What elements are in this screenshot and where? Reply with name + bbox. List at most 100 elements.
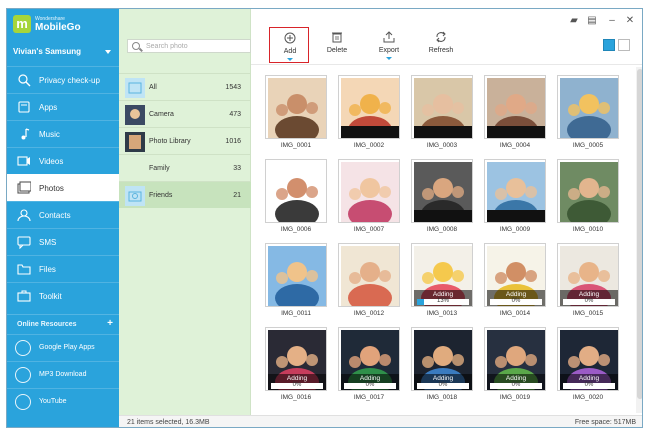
photo-thumbnail: [487, 78, 545, 138]
resource-mp3-download[interactable]: MP3 Download: [7, 361, 119, 388]
sidebar-item-sms[interactable]: SMS: [7, 228, 119, 255]
photo-caption: IMG_0010: [572, 226, 604, 233]
photos-icon: [17, 181, 31, 194]
progress-bar: 0%: [271, 382, 323, 389]
search-placeholder: Search photo: [146, 43, 188, 50]
adding-overlay: Adding 0%: [341, 374, 399, 390]
photo-item[interactable]: IMG_0001: [265, 75, 329, 157]
photo-item[interactable]: IMG_0002: [338, 75, 402, 157]
photo-caption: IMG_0013: [426, 310, 458, 317]
photo-item[interactable]: IMG_0004: [484, 75, 548, 157]
album-name: Camera: [149, 111, 174, 118]
album-count: 1016: [225, 138, 241, 145]
sms-icon: [17, 236, 31, 249]
photo-grid: IMG_0001 IMG_0002 IMG_0003 IMG_0004 IMG_0005…: [251, 67, 635, 413]
apps-icon: [18, 101, 30, 113]
adding-label: Adding: [505, 375, 527, 382]
photo-item[interactable]: IMG_0009: [484, 159, 548, 241]
folder-icon: [17, 264, 31, 275]
album-all[interactable]: All 1543: [119, 73, 251, 100]
photo-item[interactable]: IMG_0006: [265, 159, 329, 241]
photo-item[interactable]: IMG_0008: [411, 159, 475, 241]
photo-item[interactable]: IMG_0005: [557, 75, 621, 157]
sidebar-item-apps[interactable]: Apps: [7, 93, 119, 120]
progress-bar: 0%: [490, 298, 542, 305]
photo-item[interactable]: Adding 0% IMG_0020: [557, 327, 621, 409]
photo-thumbnail: [487, 162, 545, 222]
photo-frame: [484, 75, 546, 139]
delete-button[interactable]: Delete: [317, 31, 357, 61]
photo-item[interactable]: IMG_0011: [265, 243, 329, 325]
sidebar-item-label: SMS: [39, 238, 57, 247]
progress-bar: 0%: [490, 382, 542, 389]
photo-item[interactable]: IMG_0010: [557, 159, 621, 241]
photo-thumbnail: [414, 162, 472, 222]
sidebar-item-toolkit[interactable]: Toolkit: [7, 282, 119, 309]
grid-view-button[interactable]: [603, 39, 615, 51]
photo-frame: [338, 243, 400, 307]
progress-bar: 0%: [417, 382, 469, 389]
photo-item[interactable]: Adding 0% IMG_0015: [557, 243, 621, 325]
photo-frame: Adding 0%: [484, 243, 546, 307]
refresh-button[interactable]: Refresh: [421, 31, 461, 61]
adding-overlay: Adding 13%: [414, 290, 472, 306]
adding-label: Adding: [505, 291, 527, 298]
sidebar-item-label: Music: [39, 130, 60, 139]
album-friends[interactable]: Friends 21: [119, 181, 251, 208]
photo-caption: IMG_0005: [572, 142, 604, 149]
resource-label: Google Play Apps: [39, 344, 95, 351]
photo-item[interactable]: Adding 0% IMG_0017: [338, 327, 402, 409]
photo-item[interactable]: Adding 0% IMG_0018: [411, 327, 475, 409]
photo-thumbnail: [268, 162, 326, 222]
export-button[interactable]: Export: [369, 31, 409, 61]
notes-icon[interactable]: ▤: [586, 15, 598, 27]
adding-overlay: Adding 0%: [560, 290, 618, 306]
album-family[interactable]: Family 33: [119, 154, 251, 181]
close-icon[interactable]: ✕: [624, 15, 636, 27]
sidebar-item-contacts[interactable]: Contacts: [7, 201, 119, 228]
album-name: All: [149, 84, 157, 91]
feedback-icon[interactable]: ▰: [568, 15, 580, 27]
device-name: Vivian's Samsung: [13, 47, 82, 56]
photo-thumbnail: [414, 78, 472, 138]
album-thumbnail: [125, 78, 145, 98]
photo-item[interactable]: IMG_0003: [411, 75, 475, 157]
scrollbar-thumb[interactable]: [637, 69, 642, 399]
minimize-icon[interactable]: –: [606, 15, 618, 27]
resource-youtube[interactable]: YouTube: [7, 388, 119, 415]
sidebar-item-music[interactable]: Music: [7, 120, 119, 147]
resource-google-play-apps[interactable]: Google Play Apps: [7, 334, 119, 361]
add-button[interactable]: Add: [269, 27, 309, 63]
photo-caption: IMG_0007: [353, 226, 385, 233]
add-resource-button[interactable]: +: [107, 318, 113, 329]
sidebar-item-videos[interactable]: Videos: [7, 147, 119, 174]
album-panel: Search photo All 1543 Camera 473 Photo Libra…: [119, 9, 251, 415]
album-camera[interactable]: Camera 473: [119, 100, 251, 127]
device-selector[interactable]: Vivian's Samsung: [13, 47, 113, 59]
photo-caption: IMG_0019: [499, 394, 531, 401]
search-input[interactable]: Search photo: [127, 39, 251, 53]
sidebar-item-label: Toolkit: [39, 292, 62, 301]
app-window: m Wondershare MobileGo Vivian's Samsung …: [6, 8, 643, 428]
photo-item[interactable]: IMG_0007: [338, 159, 402, 241]
sidebar-item-files[interactable]: Files: [7, 255, 119, 282]
youtube-icon: [15, 394, 31, 410]
photo-item[interactable]: Adding 0% IMG_0016: [265, 327, 329, 409]
album-photo-library[interactable]: Photo Library 1016: [119, 127, 251, 154]
list-view-button[interactable]: [618, 39, 630, 51]
photo-thumbnail: [268, 78, 326, 138]
adding-overlay: Adding 0%: [268, 374, 326, 390]
photo-item[interactable]: Adding 0% IMG_0019: [484, 327, 548, 409]
photo-item[interactable]: Adding 13% IMG_0013: [411, 243, 475, 325]
photo-item[interactable]: Adding 0% IMG_0014: [484, 243, 548, 325]
adding-overlay: Adding 0%: [560, 374, 618, 390]
logo-mark: m: [13, 15, 31, 33]
photo-caption: IMG_0011: [281, 310, 311, 317]
sidebar-item-privacy-check-up[interactable]: Privacy check-up: [7, 66, 119, 93]
photo-item[interactable]: IMG_0012: [338, 243, 402, 325]
sidebar-item-photos[interactable]: Photos: [7, 174, 119, 201]
video-icon: [17, 156, 30, 166]
album-name: Family: [149, 165, 170, 172]
delete-label: Delete: [326, 47, 348, 54]
photo-thumbnail: [560, 162, 618, 222]
